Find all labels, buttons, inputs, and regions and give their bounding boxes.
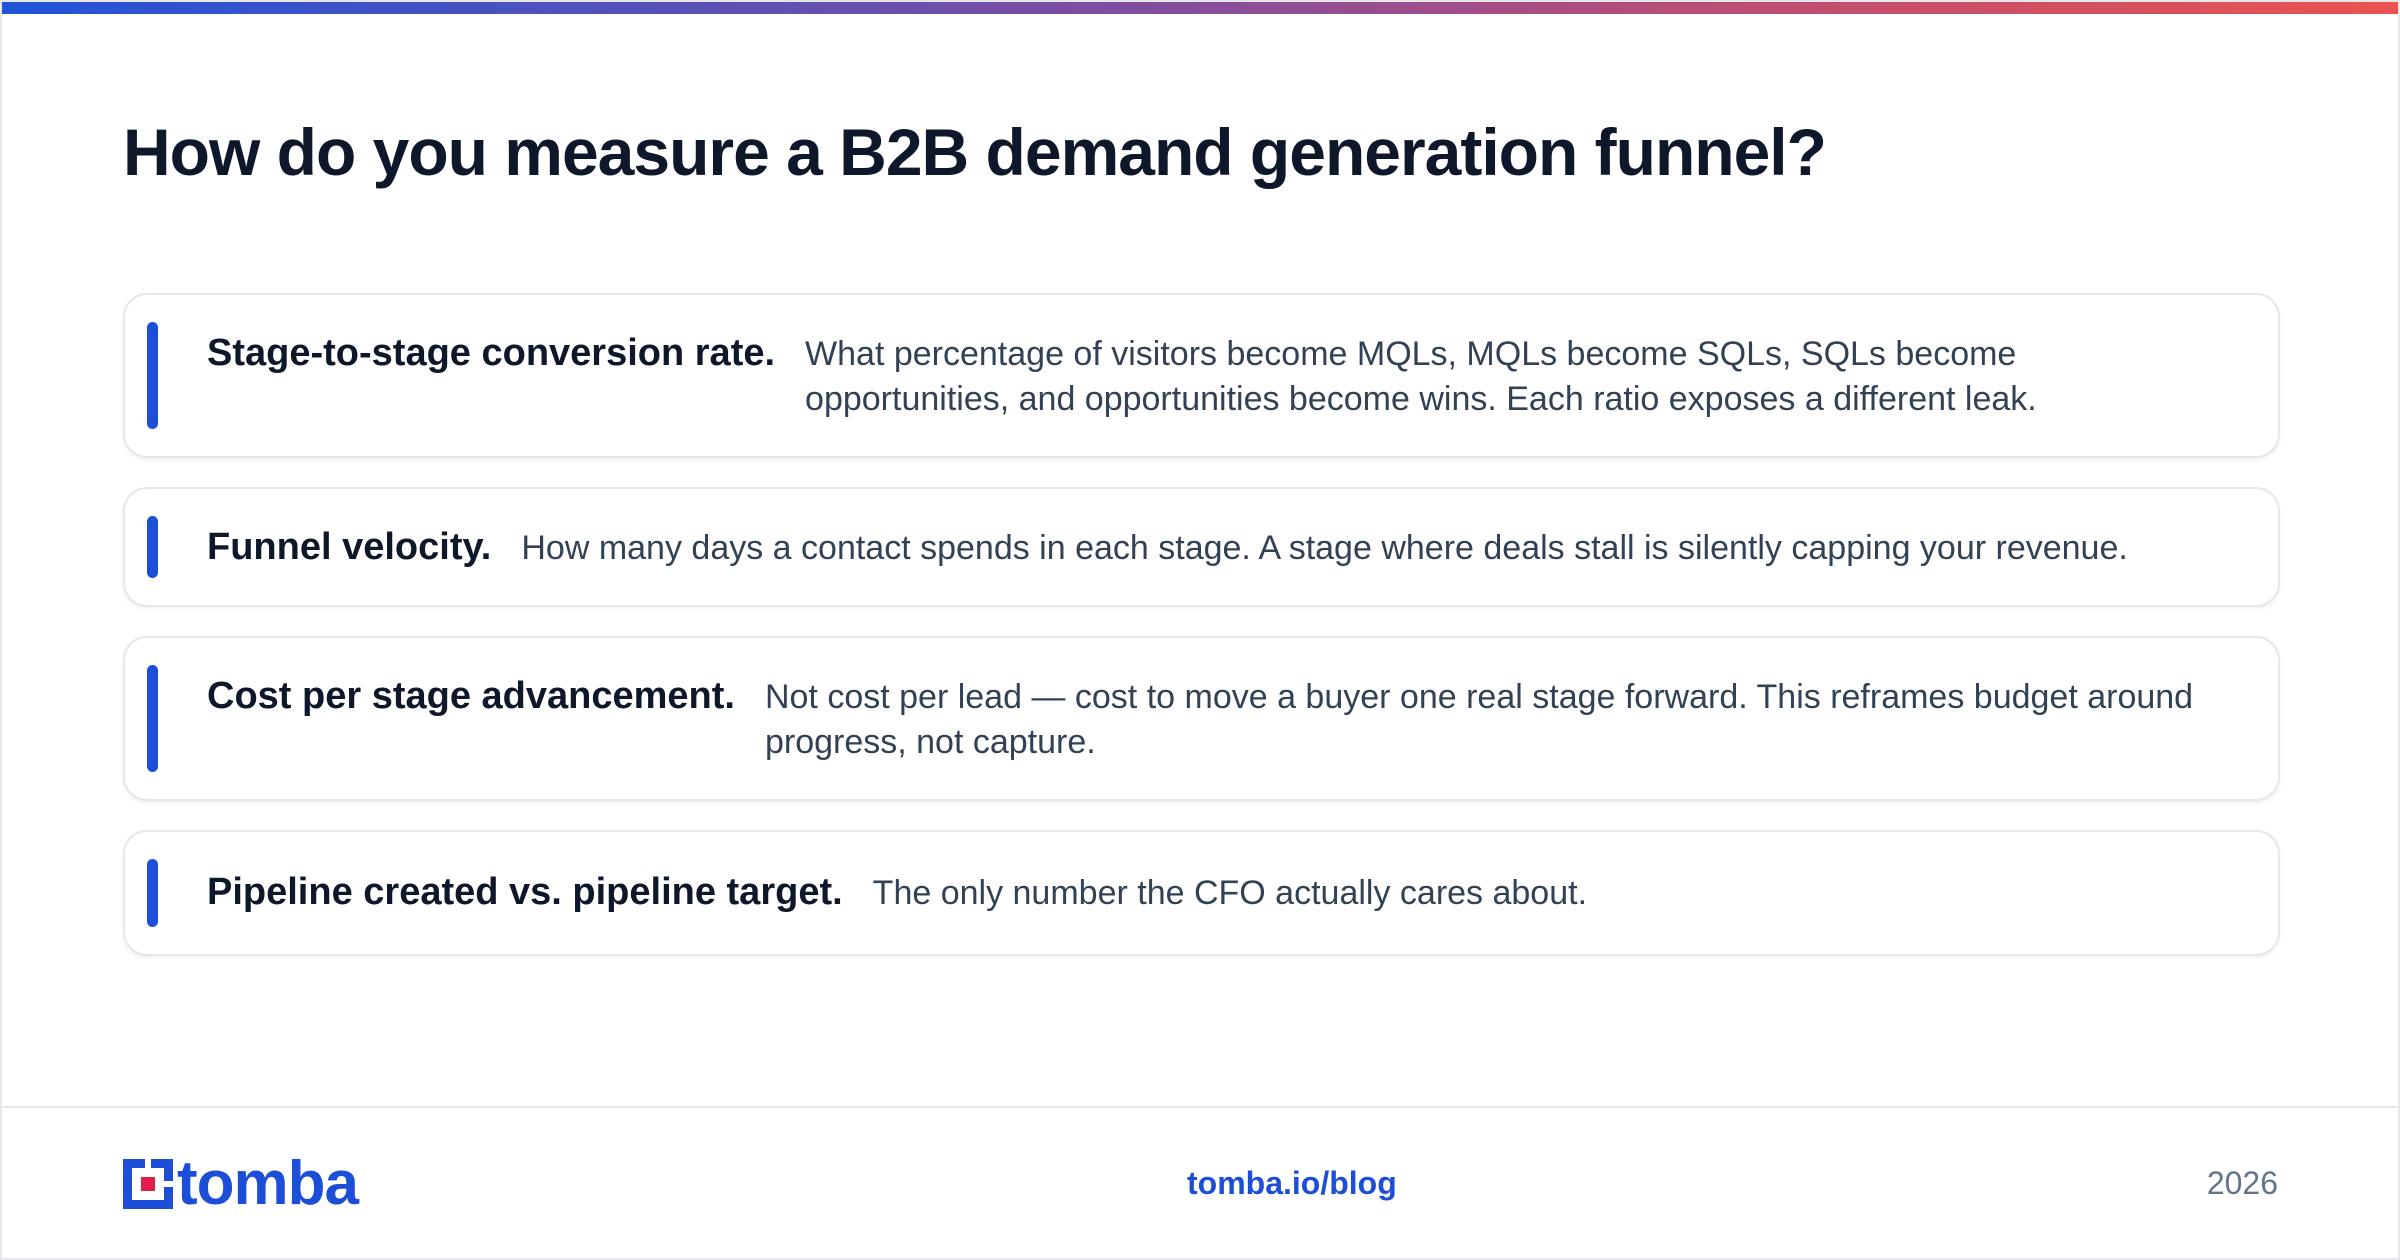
card-label: Stage-to-stage conversion rate.: [207, 332, 776, 374]
card-accent-bar: [147, 516, 158, 578]
footer-divider: [2, 1106, 2398, 1108]
gradient-top-bar: [2, 2, 2398, 14]
card-accent-bar: [147, 859, 158, 927]
tomba-logo-icon: [123, 1159, 173, 1209]
card-label: Pipeline created vs. pipeline target.: [207, 871, 843, 913]
footer-year: 2026: [2206, 1165, 2278, 1201]
metric-card-pipeline-target: Pipeline created vs. pipeline target. Th…: [123, 830, 2280, 956]
card-accent-bar: [147, 322, 158, 429]
card-description: The only number the CFO actually cares a…: [872, 874, 1588, 912]
card-description: How many days a contact spends in each s…: [521, 529, 2128, 567]
tomba-logo: tomba: [123, 1149, 359, 1218]
blog-link[interactable]: tomba.io/blog: [1187, 1165, 1397, 1202]
metrics-list: Stage-to-stage conversion rate. What per…: [123, 293, 2280, 985]
card-description: Not cost per lead — cost to move a buyer…: [764, 678, 2194, 761]
metric-card-cost-per-stage: Cost per stage advancement. Not cost per…: [123, 636, 2280, 801]
metric-card-funnel-velocity: Funnel velocity. How many days a contact…: [123, 487, 2280, 607]
slide: How do you measure a B2B demand generati…: [0, 0, 2400, 1260]
card-description: What percentage of visitors become MQLs,…: [805, 335, 2037, 418]
logo-wordmark: tomba: [177, 1149, 359, 1218]
metric-card-conversion-rate: Stage-to-stage conversion rate. What per…: [123, 293, 2280, 458]
card-label: Cost per stage advancement.: [207, 675, 735, 717]
card-label: Funnel velocity.: [207, 526, 492, 568]
card-accent-bar: [147, 665, 158, 772]
page-title: How do you measure a B2B demand generati…: [123, 115, 1827, 189]
